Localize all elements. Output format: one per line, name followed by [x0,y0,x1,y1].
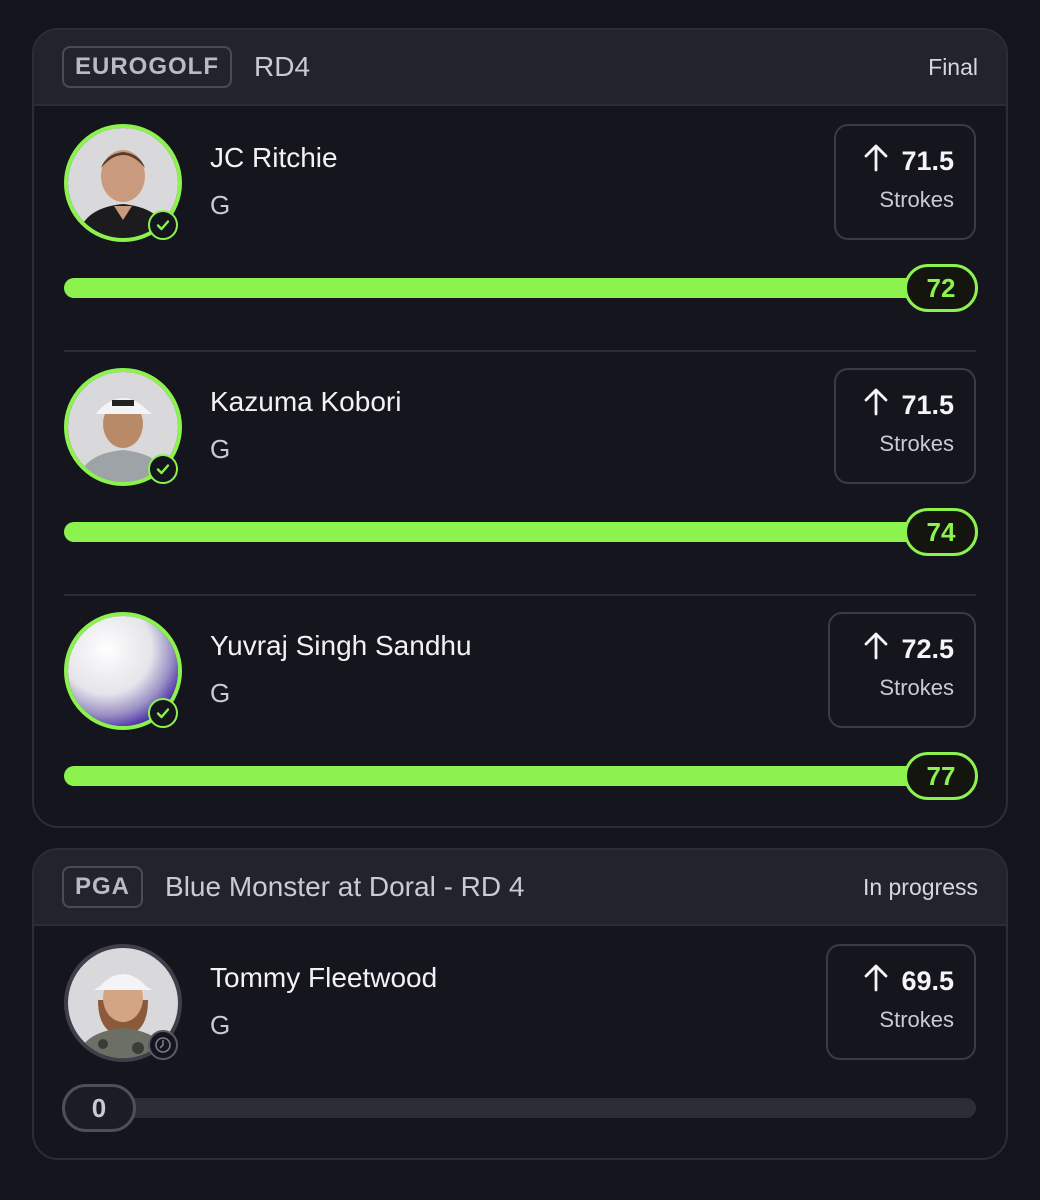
score-pill: 77 [904,752,978,800]
pick-card-pga: PGA Blue Monster at Doral - RD 4 In prog… [32,848,1008,1160]
line-value: 71.5 [901,146,954,176]
player-position: G [210,678,231,708]
player-name: Yuvraj Singh Sandhu [210,630,472,661]
league-badge: EUROGOLF [62,46,232,88]
line-label: Strokes [879,1007,954,1032]
line-value: 71.5 [901,390,954,420]
event-status: In progress [862,873,978,900]
player-row[interactable]: Tommy Fleetwood G 69.5 Strokes 0 [34,926,1006,1158]
player-row[interactable]: JC Ritchie G 71.5 Strokes 72 [34,106,1006,350]
score-pill: 72 [904,264,978,312]
projection-line[interactable]: 69.5 Strokes [826,944,976,1060]
divider [64,350,976,352]
progress-fill [64,766,976,786]
line-value: 69.5 [901,966,954,996]
check-icon [148,210,178,240]
card-header: EUROGOLF RD4 Final [34,30,1006,106]
up-arrow-icon [863,632,889,667]
line-label: Strokes [879,187,954,212]
event-title: RD4 [254,51,311,82]
player-avatar [64,944,182,1062]
pick-card-eurogolf: EUROGOLF RD4 Final JC Ritchie G 71.5 Str… [32,28,1008,828]
player-avatar [64,612,182,730]
check-icon [148,454,178,484]
player-name: Kazuma Kobori [210,386,402,417]
progress-bar: 74 [64,508,978,556]
progress-bar: 72 [64,264,978,312]
player-row[interactable]: Kazuma Kobori G 71.5 Strokes 74 [34,350,1006,594]
score-pill: 74 [904,508,978,556]
league-badge: PGA [62,866,144,908]
player-avatar [64,368,182,486]
score-pill: 0 [62,1084,136,1132]
projection-line[interactable]: 71.5 Strokes [834,368,976,484]
line-label: Strokes [879,431,954,456]
event-title: Blue Monster at Doral - RD 4 [165,871,525,902]
line-value: 72.5 [901,634,954,664]
progress-fill [64,522,976,542]
player-name: Tommy Fleetwood [210,962,438,993]
check-icon [148,698,178,728]
progress-fill [64,278,976,298]
player-name: JC Ritchie [210,142,338,173]
up-arrow-icon [863,144,889,179]
projection-line[interactable]: 71.5 Strokes [834,124,976,240]
up-arrow-icon [863,388,889,423]
player-position: G [210,434,231,464]
player-position: G [210,1010,231,1040]
projection-line[interactable]: 72.5 Strokes [828,612,976,728]
event-status: Final [928,53,978,80]
progress-bar: 77 [64,752,978,800]
player-position: G [210,190,231,220]
line-label: Strokes [879,675,954,700]
clock-icon [148,1030,178,1060]
player-row[interactable]: Yuvraj Singh Sandhu G 72.5 Strokes 77 [34,594,1006,826]
up-arrow-icon [863,964,889,999]
player-avatar [64,124,182,242]
divider [64,594,976,596]
progress-bar: 0 [62,1084,976,1132]
card-header: PGA Blue Monster at Doral - RD 4 In prog… [34,850,1006,926]
